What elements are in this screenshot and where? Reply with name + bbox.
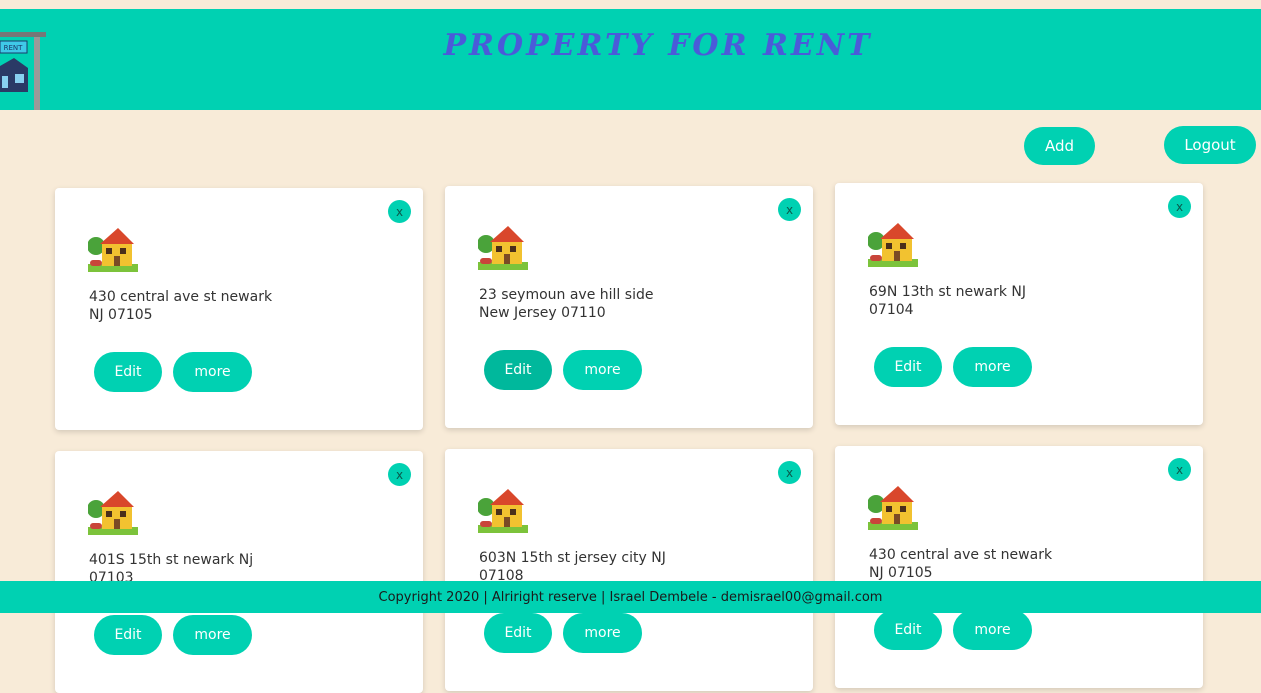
page-title: PROPERTY FOR RENT <box>443 28 873 63</box>
edit-button[interactable]: Edit <box>484 350 552 390</box>
more-button[interactable]: more <box>173 615 252 655</box>
footer-bar: Copyright 2020 | Alriright reserve | Isr… <box>0 581 1261 613</box>
property-address: 23 seymoun ave hill side New Jersey 0711… <box>479 286 779 322</box>
edit-button[interactable]: Edit <box>874 347 942 387</box>
address-line-1: 430 central ave st newark <box>89 289 273 305</box>
edit-button[interactable]: Edit <box>874 610 942 650</box>
address-line-2: 07104 <box>869 302 914 318</box>
address-line-1: 430 central ave st newark <box>869 547 1053 563</box>
property-card: x 430 central ave st newark NJ 07105 Edi… <box>55 188 423 430</box>
more-button[interactable]: more <box>563 350 642 390</box>
close-icon[interactable]: x <box>778 461 801 484</box>
close-icon[interactable]: x <box>1168 195 1191 218</box>
close-icon[interactable]: x <box>1168 458 1191 481</box>
property-card: x 23 seymoun ave hill side New Jersey 07… <box>445 186 813 428</box>
more-button[interactable]: more <box>953 347 1032 387</box>
more-button[interactable]: more <box>953 610 1032 650</box>
property-address: 430 central ave st newark NJ 07105 <box>89 288 389 324</box>
address-line-2: NJ 07105 <box>869 565 933 581</box>
house-icon <box>478 489 528 533</box>
close-icon[interactable]: x <box>778 198 801 221</box>
address-line-1: 603N 15th st jersey city NJ <box>479 550 666 566</box>
property-card: x 69N 13th st newark NJ 07104 Edit more <box>835 183 1203 425</box>
address-line-2: NJ 07105 <box>89 307 153 323</box>
property-card: x 603N 15th st jersey city NJ 07108 Edit… <box>445 449 813 691</box>
add-button[interactable]: Add <box>1024 127 1095 165</box>
house-icon <box>88 228 138 272</box>
edit-button[interactable]: Edit <box>94 615 162 655</box>
more-button[interactable]: more <box>563 613 642 653</box>
house-icon <box>868 486 918 530</box>
house-icon <box>868 223 918 267</box>
address-line-2: New Jersey 07110 <box>479 305 606 321</box>
copyright-text: Copyright 2020 | Alriright reserve | Isr… <box>378 589 883 605</box>
address-line-1: 401S 15th st newark Nj <box>89 552 254 568</box>
property-card: x 430 central ave st newark NJ 07105 Edi… <box>835 446 1203 688</box>
property-address: 603N 15th st jersey city NJ 07108 <box>479 549 779 585</box>
edit-button[interactable]: Edit <box>94 352 162 392</box>
house-icon <box>88 491 138 535</box>
logout-button[interactable]: Logout <box>1164 126 1256 164</box>
more-button[interactable]: more <box>173 352 252 392</box>
address-line-1: 69N 13th st newark NJ <box>869 284 1027 300</box>
close-icon[interactable]: x <box>388 463 411 486</box>
address-line-1: 23 seymoun ave hill side <box>479 287 654 303</box>
edit-button[interactable]: Edit <box>484 613 552 653</box>
property-address: 69N 13th st newark NJ 07104 <box>869 283 1169 319</box>
property-card: x 401S 15th st newark Nj 07103 Edit more <box>55 451 423 693</box>
property-address: 430 central ave st newark NJ 07105 <box>869 546 1169 582</box>
house-icon <box>478 226 528 270</box>
close-icon[interactable]: x <box>388 200 411 223</box>
